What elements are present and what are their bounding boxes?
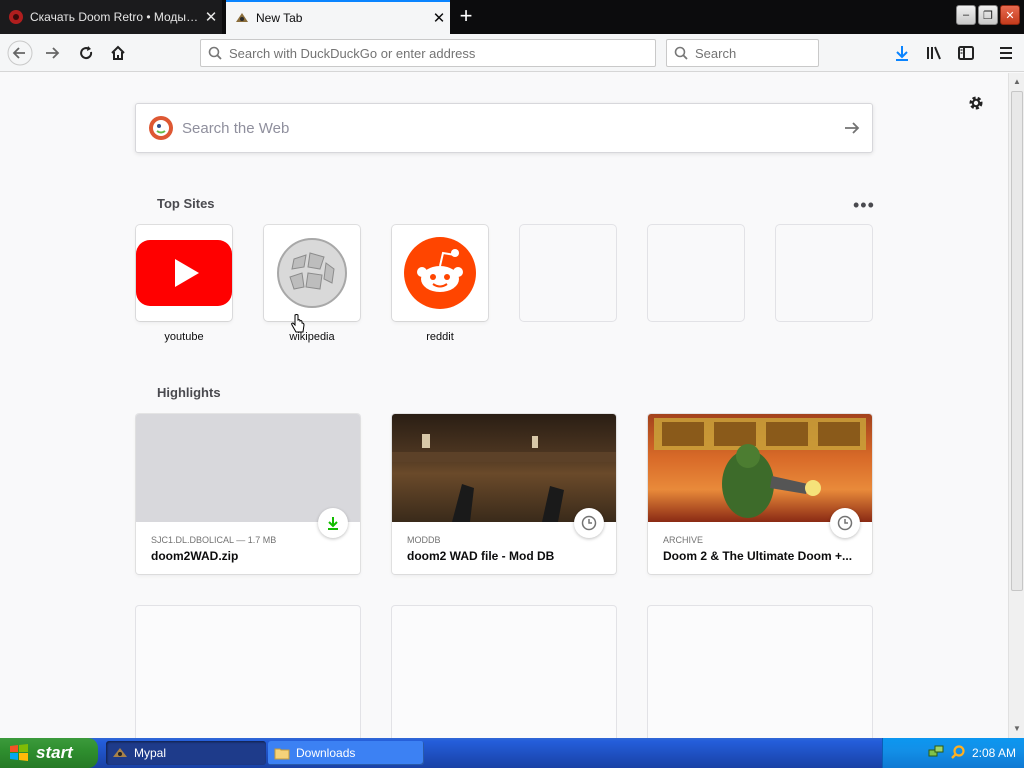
reload-icon[interactable] [72,40,100,66]
wikipedia-logo-icon [277,238,347,308]
top-site-label: wikipedia [289,331,335,343]
card-title: Doom 2 & The Ultimate Doom +... [663,549,853,563]
highlight-card[interactable]: SJC1.DL.DBOLICAL — 1.7 MB doom2WAD.zip [136,414,360,574]
arrow-right-icon[interactable] [832,119,872,137]
web-search-box[interactable]: Search the Web [135,103,873,153]
search-bar-placeholder: Search [695,45,737,61]
taskbar-item-downloads[interactable]: Downloads [268,741,424,765]
top-site-label: reddit [426,331,454,343]
taskbar-item-label: Mypal [134,746,167,760]
clock-icon [830,508,860,538]
card-thumbnail [392,414,616,522]
sidebar-icon[interactable] [952,40,980,66]
downloads-icon[interactable] [888,40,916,66]
card-thumbnail [648,414,872,522]
top-site-tile-wikipedia[interactable] [264,225,360,321]
tab-close-icon[interactable]: ✕ [200,8,222,26]
mypal-app-icon [113,748,127,757]
folder-icon [274,748,290,760]
windows-taskbar: start Mypal Downloads 2:08 AM [0,738,1024,768]
taskbar-item-label: Downloads [296,746,356,760]
mypal-favicon-icon [236,13,248,22]
system-tray: 2:08 AM [882,738,1024,768]
top-site-tile-empty[interactable] [776,225,872,321]
clock-text: 2:08 AM [971,746,1016,760]
doom-favicon-icon [9,10,23,24]
card-thumbnail [136,414,360,522]
library-icon[interactable] [920,40,948,66]
top-site-label: youtube [164,331,204,343]
top-site-tile-empty[interactable] [648,225,744,321]
new-tab-plus-icon[interactable]: + [452,4,480,30]
duckduckgo-icon [149,116,173,140]
tab-title: New Tab [256,11,303,25]
highlight-card-placeholder [136,606,360,738]
card-source: SJC1.DL.DBOLICAL — 1.7 MB [151,535,277,545]
search-icon [667,46,695,60]
search-bar[interactable]: Search [666,39,819,67]
top-site-tile-empty[interactable] [520,225,616,321]
restore-icon[interactable]: ❐ [978,5,998,25]
top-site-tile-reddit[interactable] [392,225,488,321]
back-icon[interactable] [6,40,34,66]
card-title: doom2 WAD file - Mod DB [407,549,555,563]
card-source: ARCHIVE [663,535,704,545]
forward-icon[interactable] [38,40,66,66]
start-label: start [36,743,73,762]
highlight-card-placeholder [392,606,616,738]
browser-window: Скачать Doom Retro • Моды и у ✕ New Tab … [0,0,1024,738]
highlight-card-placeholder [648,606,872,738]
search-tray-icon[interactable] [950,744,966,763]
card-title: doom2WAD.zip [151,549,239,563]
download-icon [318,508,348,538]
clock-icon [574,508,604,538]
highlight-card[interactable]: ARCHIVE Doom 2 & The Ultimate Doom +... [648,414,872,574]
top-site-tile-youtube[interactable] [136,225,232,321]
tab-title: Скачать Doom Retro • Моды и у [30,10,200,24]
tab-doom-retro[interactable]: Скачать Doom Retro • Моды и у ✕ [0,0,222,34]
new-tab-page: Search the Web Top Sites ••• youtube wik… [0,73,1008,738]
tab-close-icon[interactable]: ✕ [428,9,450,27]
hand-cursor-icon [290,314,306,341]
start-button[interactable]: start [0,738,98,768]
address-bar[interactable]: Search with DuckDuckGo or enter address [200,39,656,67]
hamburger-menu-icon[interactable] [992,40,1020,66]
highlight-card[interactable]: MODDB doom2 WAD file - Mod DB [392,414,616,574]
scroll-thumb[interactable] [1011,91,1023,591]
window-close-icon[interactable]: ✕ [1000,5,1020,25]
search-icon [201,46,229,60]
tab-new-tab[interactable]: New Tab ✕ [226,0,450,34]
vertical-scrollbar[interactable]: ▲ ▼ [1008,73,1024,738]
more-options-icon[interactable]: ••• [853,195,875,216]
top-sites-heading: Top Sites [157,196,215,211]
navigation-toolbar: Search with DuckDuckGo or enter address … [0,34,1024,72]
home-icon[interactable] [104,40,132,66]
web-search-placeholder: Search the Web [182,119,290,137]
address-bar-placeholder: Search with DuckDuckGo or enter address [229,45,476,61]
reddit-logo-icon [404,237,476,309]
scroll-down-icon[interactable]: ▼ [1011,722,1023,736]
taskbar-item-mypal[interactable]: Mypal [106,741,266,765]
tab-strip: Скачать Doom Retro • Моды и у ✕ New Tab … [0,0,1024,34]
card-source: MODDB [407,535,441,545]
gear-icon[interactable] [966,93,986,113]
youtube-logo-icon [136,240,232,306]
minimize-icon[interactable]: ‒ [956,5,976,25]
highlights-heading: Highlights [157,385,221,400]
window-controls: ‒ ❐ ✕ [956,5,1020,25]
windows-logo-icon [10,744,28,761]
network-icon[interactable] [928,744,944,763]
scroll-up-icon[interactable]: ▲ [1011,75,1023,89]
